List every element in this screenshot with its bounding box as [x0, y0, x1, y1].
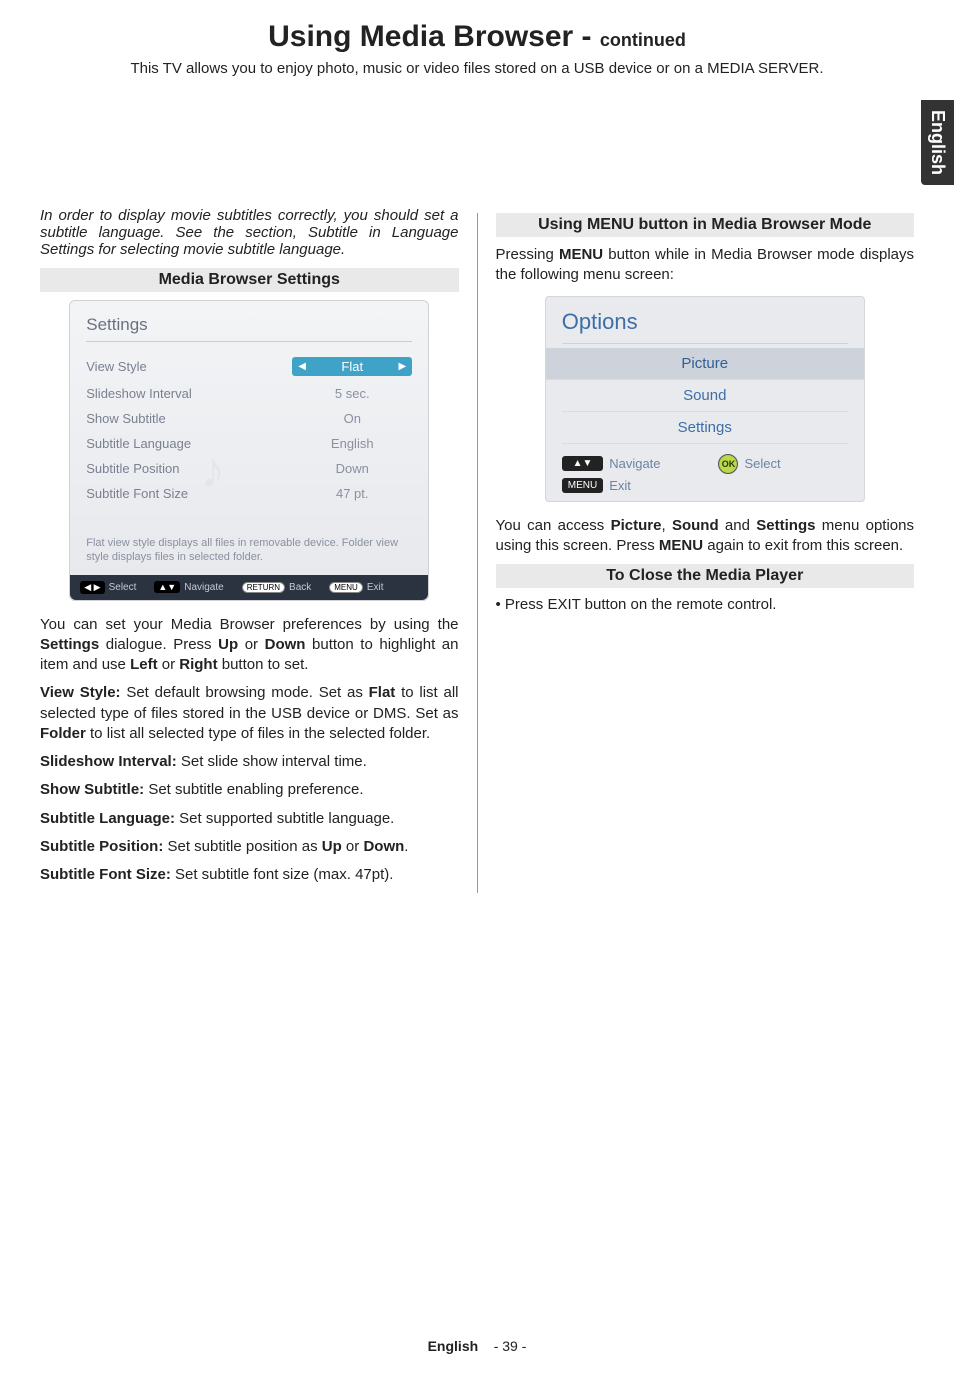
setting-label: Subtitle Font Size — [86, 486, 188, 501]
setting-value: Down — [292, 461, 412, 476]
options-title: Options — [562, 309, 848, 344]
page-footer: English - 39 - — [0, 1338, 954, 1354]
right-column: Using MENU button in Media Browser Mode … — [496, 207, 915, 893]
setting-label: View Style — [86, 359, 146, 374]
page-title: Using Media Browser - continued — [0, 20, 954, 54]
def-subtitle-font: Subtitle Font Size: Set subtitle font si… — [40, 865, 459, 885]
menu-key-icon: MENU — [562, 478, 603, 493]
setting-row-slideshow[interactable]: Slideshow Interval 5 sec. — [86, 381, 412, 406]
settings-description: Flat view style displays all files in re… — [86, 536, 412, 565]
arrow-right-icon[interactable]: ▶ — [393, 361, 413, 372]
access-paragraph: You can access Picture, Sound and Settin… — [496, 516, 915, 557]
setting-value: 47 pt. — [292, 486, 412, 501]
settings-panel: ♪ Settings View Style ◀ Flat ▶ Slideshow… — [69, 300, 429, 601]
option-picture[interactable]: Picture — [546, 348, 864, 380]
setting-label: Show Subtitle — [86, 411, 166, 426]
footer-label: Select — [109, 582, 137, 593]
preferences-paragraph: You can set your Media Browser preferenc… — [40, 615, 459, 676]
media-browser-settings-heading: Media Browser Settings — [40, 268, 459, 292]
navigate-label: Navigate — [609, 456, 712, 471]
options-footer: ▲▼ Navigate OK Select MENU Exit — [562, 454, 848, 493]
page-subtitle: This TV allows you to enjoy photo, music… — [0, 60, 954, 77]
subtitle-note: In order to display movie subtitles corr… — [40, 207, 459, 258]
setting-value: English — [292, 436, 412, 451]
left-column: In order to display movie subtitles corr… — [40, 207, 459, 893]
exit-label: Exit — [609, 478, 712, 493]
def-slideshow: Slideshow Interval: Set slide show inter… — [40, 752, 459, 772]
up-down-key-icon: ▲▼ — [154, 581, 180, 593]
setting-label: Slideshow Interval — [86, 386, 192, 401]
left-right-key-icon: ◀ ▶ — [80, 581, 104, 594]
option-sound[interactable]: Sound — [562, 380, 848, 412]
close-media-player-heading: To Close the Media Player — [496, 564, 915, 588]
setting-row-show-subtitle[interactable]: Show Subtitle On — [86, 406, 412, 431]
page-title-continued: continued — [600, 30, 686, 50]
menu-key-icon: MENU — [329, 582, 363, 593]
option-settings[interactable]: Settings — [562, 412, 848, 444]
footer-language: English — [428, 1338, 479, 1354]
footer-label: Back — [289, 582, 311, 593]
setting-value: Flat — [341, 359, 363, 374]
def-view-style: View Style: Set default browsing mode. S… — [40, 683, 459, 744]
footer-label: Navigate — [184, 582, 223, 593]
setting-row-subtitle-font[interactable]: Subtitle Font Size 47 pt. — [86, 481, 412, 506]
settings-panel-title: Settings — [86, 315, 412, 342]
ok-key-icon: OK — [718, 454, 738, 474]
def-subtitle-position: Subtitle Position: Set subtitle position… — [40, 837, 459, 857]
setting-value: 5 sec. — [292, 386, 412, 401]
page-title-main: Using Media Browser - — [268, 20, 600, 53]
footer-label: Exit — [367, 582, 384, 593]
setting-row-view-style[interactable]: View Style ◀ Flat ▶ — [86, 352, 412, 381]
menu-intro: Pressing MENU button while in Media Brow… — [496, 245, 915, 286]
def-show-subtitle: Show Subtitle: Set subtitle enabling pre… — [40, 780, 459, 800]
setting-label: Subtitle Language — [86, 436, 191, 451]
column-divider — [477, 213, 478, 893]
select-label: Select — [744, 456, 847, 471]
arrow-left-icon[interactable]: ◀ — [292, 361, 312, 372]
up-down-key-icon: ▲▼ — [562, 456, 603, 471]
options-panel: Options Picture Sound Settings ▲▼ Naviga… — [545, 296, 865, 502]
setting-value: On — [292, 411, 412, 426]
def-subtitle-language: Subtitle Language: Set supported subtitl… — [40, 809, 459, 829]
setting-label: Subtitle Position — [86, 461, 179, 476]
return-key-icon: RETURN — [242, 582, 285, 593]
setting-row-subtitle-position[interactable]: Subtitle Position Down — [86, 456, 412, 481]
language-tab: English — [921, 100, 954, 185]
footer-page-number: - 39 - — [494, 1338, 527, 1354]
menu-button-heading: Using MENU button in Media Browser Mode — [496, 213, 915, 237]
setting-row-subtitle-language[interactable]: Subtitle Language English — [86, 431, 412, 456]
close-instruction: • Press EXIT button on the remote contro… — [496, 596, 915, 613]
settings-panel-footer: ◀ ▶ Select ▲▼ Navigate RETURN Back MENU Exit — [70, 575, 428, 600]
